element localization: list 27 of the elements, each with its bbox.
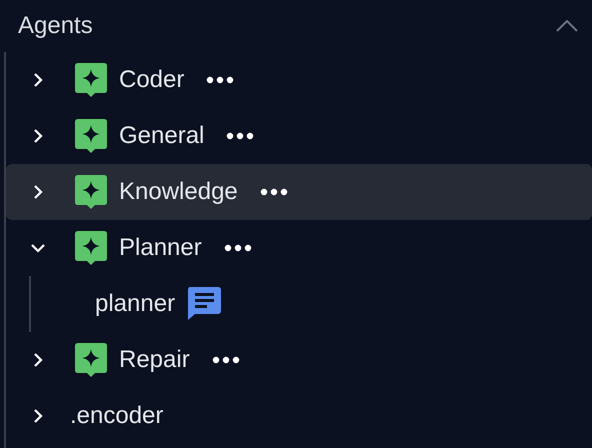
section-title: Agents [18, 11, 93, 41]
sparkle-badge-icon [75, 119, 107, 153]
tree-item[interactable]: planner [6, 276, 592, 332]
more-icon[interactable] [226, 132, 254, 140]
sparkle-badge-icon [75, 343, 107, 377]
sparkle-badge-icon [75, 63, 107, 97]
more-icon[interactable] [224, 244, 252, 252]
more-icon[interactable] [206, 76, 234, 84]
chat-icon [187, 287, 222, 321]
sparkle-badge-icon [75, 231, 107, 265]
item-label: Knowledge [119, 177, 238, 207]
item-label: Planner [119, 233, 202, 263]
tree-item[interactable]: Repair [6, 332, 592, 388]
item-label: planner [95, 289, 176, 319]
tree-item[interactable]: Planner [6, 220, 592, 276]
chevron-up-icon[interactable] [556, 20, 578, 32]
tree-item[interactable]: Knowledge [6, 164, 592, 220]
tree-item[interactable]: Coder [6, 52, 592, 108]
more-icon[interactable] [212, 356, 240, 364]
item-label: .encoder [70, 401, 164, 431]
sparkle-badge-icon [75, 175, 107, 209]
more-icon[interactable] [260, 188, 288, 196]
item-label: Coder [119, 65, 184, 95]
item-label: General [119, 121, 204, 151]
tree-item[interactable]: .encoder [6, 388, 592, 444]
item-label: Repair [119, 345, 190, 375]
tree-item[interactable]: General [6, 108, 592, 164]
